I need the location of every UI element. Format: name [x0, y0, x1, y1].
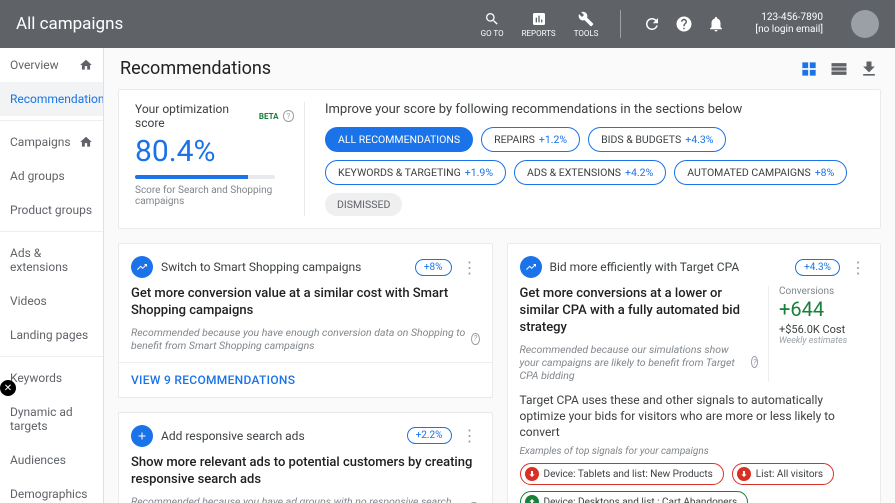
filter-chip-ads-extensions[interactable]: ADS & EXTENSIONS+4.2%	[514, 160, 666, 185]
opt-score-value: 80.4%	[135, 134, 294, 169]
account-info[interactable]: 123-456-7890 [no login email]	[755, 12, 823, 36]
avatar[interactable]	[851, 10, 879, 38]
card-smart-shopping: Switch to Smart Shopping campaigns +8% ⋮…	[118, 243, 493, 398]
signal-chip: Device: Desktops and list : Cart Abandon…	[520, 491, 749, 503]
sidebar-item-audiences[interactable]: Audiences	[0, 443, 103, 477]
uplift-badge: +2.2%	[407, 427, 452, 444]
close-icon[interactable]: ✕	[0, 380, 16, 396]
search-icon	[484, 11, 500, 27]
sidebar-item-product-groups[interactable]: Product groups	[0, 193, 103, 227]
more-icon[interactable]: ⋮	[848, 258, 868, 277]
sidebar-item-ads-extensions[interactable]: Ads & extensions	[0, 236, 103, 284]
download-icon[interactable]	[859, 59, 879, 79]
table-view-icon[interactable]	[829, 59, 849, 79]
help-icon[interactable]: ?	[471, 333, 479, 345]
arrow-up-icon	[525, 495, 539, 503]
beta-badge: BETA	[259, 112, 279, 121]
optimization-panel: Your optimization score BETA ? 80.4% Sco…	[118, 89, 881, 229]
topbar: All campaigns GO TO REPORTS TOOLS 123-45…	[0, 0, 895, 48]
signal-chip: List: All visitors	[732, 463, 834, 485]
arrow-down-icon	[737, 467, 751, 481]
tool-reports[interactable]: REPORTS	[522, 11, 556, 38]
signal-chip: Device: Tablets and list: New Products	[520, 463, 724, 485]
divider	[620, 10, 621, 38]
metrics-panel: Conversions +644 +$56.0K Cost Weekly est…	[768, 286, 868, 382]
filter-chips: ALL RECOMMENDATIONS REPAIRS+1.2% BIDS & BU…	[325, 127, 864, 216]
sidebar: OverviewRecommendations CampaignsAd group…	[0, 48, 104, 503]
tool-tools[interactable]: TOOLS	[574, 11, 599, 38]
uplift-badge: +4.3%	[795, 259, 840, 276]
home-icon	[79, 58, 93, 72]
page-context-title: All campaigns	[16, 14, 481, 34]
more-icon[interactable]: ⋮	[460, 426, 480, 445]
sidebar-item-dynamic-ad-targets[interactable]: Dynamic ad targets	[0, 395, 103, 443]
filter-chip-bids-budgets[interactable]: BIDS & BUDGETS+4.3%	[588, 127, 726, 152]
add-icon	[131, 425, 153, 447]
improve-text: Improve your score by following recommen…	[325, 102, 864, 117]
help-icon[interactable]	[675, 15, 693, 33]
topbar-tools: GO TO REPORTS TOOLS 123-456-7890 [no log…	[481, 10, 879, 38]
filter-chip-repairs[interactable]: REPAIRS+1.2%	[481, 127, 580, 152]
progress-bar	[135, 175, 275, 179]
view-recommendations-link[interactable]: VIEW 9 RECOMMENDATIONS	[131, 373, 295, 387]
reports-icon	[531, 11, 547, 27]
home-icon	[79, 135, 93, 149]
more-icon[interactable]: ⋮	[460, 258, 480, 277]
arrow-down-icon	[525, 467, 539, 481]
uplift-badge: +8%	[415, 259, 452, 276]
trend-icon	[520, 256, 542, 278]
sidebar-item-videos[interactable]: Videos	[0, 284, 103, 318]
sidebar-item-recommendations[interactable]: Recommendations	[0, 82, 103, 116]
help-icon[interactable]: ?	[751, 356, 758, 368]
card-responsive-search-ads: Add responsive search ads +2.2% ⋮ Show m…	[118, 412, 493, 503]
card-target-cpa: Bid more efficiently with Target CPA +4.…	[507, 243, 882, 503]
filter-chip-all-recommendations[interactable]: ALL RECOMMENDATIONS	[325, 127, 473, 152]
tool-goto[interactable]: GO TO	[481, 11, 504, 38]
page-title: Recommendations	[120, 58, 271, 79]
grid-view-icon[interactable]	[799, 59, 819, 79]
sidebar-item-overview[interactable]: Overview	[0, 48, 103, 82]
sidebar-item-campaigns[interactable]: Campaigns	[0, 125, 103, 159]
opt-score-sub: Score for Search and Shopping campaigns	[135, 185, 294, 207]
refresh-icon[interactable]	[643, 15, 661, 33]
wrench-icon	[578, 11, 594, 27]
main-content: Recommendations Your optimization score …	[104, 48, 895, 503]
notifications-icon[interactable]	[707, 15, 725, 33]
sidebar-item-ad-groups[interactable]: Ad groups	[0, 159, 103, 193]
conversions-value: +644	[779, 297, 868, 321]
opt-score-label: Your optimization score BETA ?	[135, 102, 294, 130]
help-icon[interactable]: ?	[283, 110, 294, 122]
trend-icon	[131, 256, 153, 278]
filter-chip-keywords-targeting[interactable]: KEYWORDS & TARGETING+1.9%	[325, 160, 506, 185]
sidebar-item-demographics[interactable]: Demographics	[0, 477, 103, 503]
filter-chip-dismissed[interactable]: DISMISSED	[325, 193, 402, 216]
filter-chip-automated-campaigns[interactable]: AUTOMATED CAMPAIGNS+8%	[674, 160, 847, 185]
sidebar-item-landing-pages[interactable]: Landing pages	[0, 318, 103, 352]
